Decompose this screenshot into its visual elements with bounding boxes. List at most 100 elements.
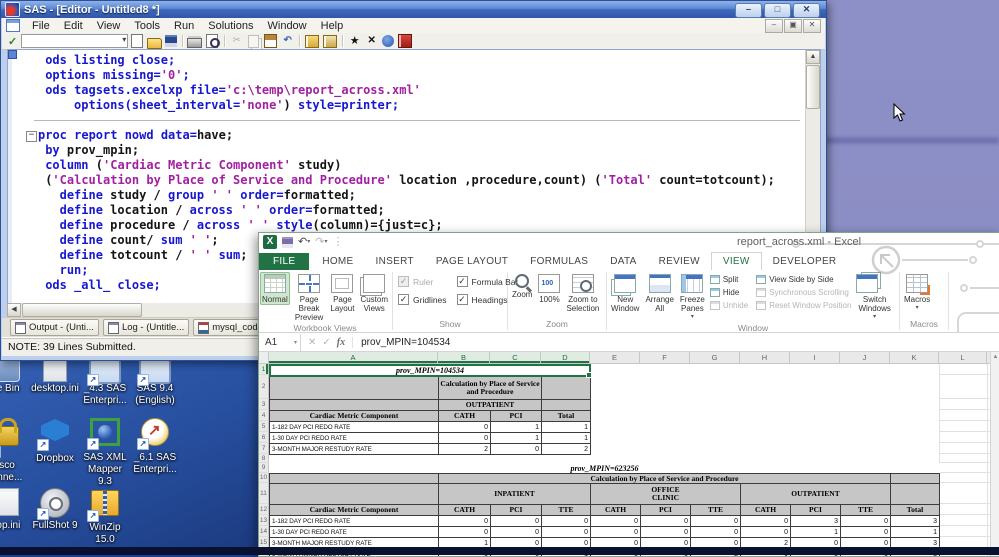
sheet-cell-E-G-row11[interactable]: OFFICE CLINIC — [590, 483, 741, 505]
tab-page-layout[interactable]: PAGE LAYOUT — [425, 253, 519, 270]
tab-developer[interactable]: DEVELOPER — [762, 253, 848, 270]
scroll-left-icon[interactable]: ◀ — [7, 303, 21, 317]
ribbon-small-synchronous-scrolling[interactable]: Synchronous Scrolling — [756, 288, 851, 297]
row-header-6[interactable]: 6 — [259, 432, 269, 443]
desktop-icon-enterprise-guide[interactable]: ↗_6.1 SASEnterpri... — [130, 416, 180, 476]
enter-icon[interactable]: ✓ — [322, 337, 330, 348]
copy-icon[interactable] — [248, 35, 259, 48]
row-header-4[interactable]: 4 — [259, 410, 269, 421]
paste-icon[interactable] — [264, 34, 277, 48]
sheet-cell-A-row7[interactable]: 3-MONTH MAJOR RESTUDY RATE — [269, 443, 439, 455]
tab-review[interactable]: REVIEW — [648, 253, 711, 270]
desktop-icon-ini-file[interactable]: top.ini — [0, 486, 32, 532]
row-header-1[interactable]: 1 — [259, 364, 269, 375]
excel-title-bar[interactable]: X ↶▾ ↷▾ ⋮ report_across.xml - Excel — [259, 233, 999, 252]
sheet-cell-B-C-row2[interactable]: Calculation by Place of Service and Proc… — [438, 375, 542, 400]
column-header-K[interactable]: K — [890, 352, 939, 364]
row-header-13[interactable]: 13 — [259, 515, 269, 526]
ribbon-small-unhide[interactable]: Unhide — [710, 301, 748, 310]
open-icon[interactable] — [147, 38, 162, 49]
ribbon-small-view-side-by-side[interactable]: View Side by Side — [756, 275, 851, 284]
row-header-7[interactable]: 7 — [259, 443, 269, 454]
mdi-restore-button[interactable]: ▣ — [784, 19, 802, 33]
sheet-cell-D-row2[interactable] — [541, 375, 591, 400]
menu-window[interactable]: Window — [261, 19, 314, 33]
column-header-C[interactable]: C — [490, 352, 541, 364]
ribbon-small-hide[interactable]: Hide — [710, 288, 748, 297]
row-header-3[interactable]: 3 — [259, 399, 269, 410]
command-bar-input[interactable] — [21, 34, 128, 48]
book2-icon[interactable] — [323, 35, 337, 48]
checkbox-ruler[interactable]: ✓Ruler — [398, 276, 447, 287]
ribbon-small-split[interactable]: Split — [710, 275, 748, 284]
horizontal-scroll-thumb[interactable] — [22, 303, 142, 317]
column-header-J[interactable]: J — [840, 352, 890, 364]
sheet-cell-C-row7[interactable]: 0 — [490, 443, 542, 455]
sheet-cell-H-J-row11[interactable]: OUTPATIENT — [740, 483, 891, 505]
column-header-F[interactable]: F — [640, 352, 690, 364]
ribbon-button-page-layout[interactable]: PageLayout — [328, 272, 356, 314]
column-header-D[interactable]: D — [541, 352, 590, 364]
cut-icon[interactable] — [229, 34, 244, 48]
customize-qat-icon[interactable]: ⋮ — [332, 236, 343, 248]
ribbon-button-new-window[interactable]: NewWindow — [609, 272, 641, 314]
sheet-cell-A-row2[interactable] — [269, 375, 439, 400]
ribbon-button-normal[interactable]: Normal — [260, 272, 290, 305]
vertical-scroll-thumb[interactable] — [806, 65, 820, 109]
save-icon[interactable] — [165, 35, 177, 47]
sheet-cell-D-row7[interactable]: 2 — [541, 443, 591, 455]
row-header-5[interactable]: 5 — [259, 421, 269, 432]
tab-file[interactable]: FILE — [259, 253, 309, 270]
row-header-11[interactable]: 11 — [259, 483, 269, 504]
row-header-12[interactable]: 12 — [259, 504, 269, 515]
book1-icon[interactable] — [305, 35, 319, 48]
worksheet[interactable]: ABCDEFGHIJKLM 12345678910111213141516 pr… — [259, 352, 999, 556]
ribbon-button-page-break-preview[interactable]: Page BreakPreview — [292, 272, 327, 323]
close-button[interactable]: ✕ — [793, 3, 820, 18]
tab-data[interactable]: DATA — [599, 253, 647, 270]
info-icon[interactable] — [382, 35, 394, 47]
row-header-14[interactable]: 14 — [259, 526, 269, 537]
print-icon[interactable] — [187, 38, 202, 48]
row-header-10[interactable]: 10 — [259, 473, 269, 483]
name-box[interactable]: A1 ▾ — [259, 334, 301, 351]
column-header-E[interactable]: E — [590, 352, 640, 364]
excel-logo-icon[interactable]: X — [263, 235, 277, 249]
tab-view[interactable]: VIEW — [711, 252, 762, 270]
desktop-icon-fullshot[interactable]: ↗FullShot 9 — [30, 486, 80, 532]
column-header-B[interactable]: B — [438, 352, 490, 364]
fill-handle[interactable] — [586, 372, 592, 378]
sheet-cell-B-row7[interactable]: 2 — [438, 443, 491, 455]
ribbon-button-zoom[interactable]: Zoom — [510, 272, 534, 300]
row-header-8[interactable]: 8 — [259, 454, 269, 463]
mdi-minimize-button[interactable]: – — [765, 19, 783, 33]
ribbon-button-freeze-panes[interactable]: FreezePanes▾ — [678, 272, 707, 323]
tab-insert[interactable]: INSERT — [365, 253, 425, 270]
helpbook-icon[interactable] — [398, 34, 412, 48]
window-tab-1[interactable]: Log - (Untitle... — [103, 319, 189, 336]
desktop-icon-padlock[interactable]: ↗scoonne... — [0, 416, 32, 484]
ribbon-button-switch-windows[interactable]: SwitchWindows▾ — [856, 272, 892, 323]
name-box-dropdown-icon[interactable]: ▾ — [294, 339, 297, 346]
cancel-icon[interactable]: ✕ — [308, 337, 316, 348]
preview-icon[interactable] — [206, 34, 218, 48]
sheet-cell-K-row11[interactable] — [890, 483, 940, 505]
column-header-I[interactable]: I — [790, 352, 840, 364]
scroll-up-icon[interactable]: ▲ — [806, 50, 820, 64]
menu-help[interactable]: Help — [314, 19, 351, 33]
ribbon-small-reset-window-position[interactable]: Reset Window Position — [756, 301, 851, 310]
sheet-cell-A-row11[interactable] — [269, 483, 439, 505]
menu-edit[interactable]: Edit — [57, 19, 90, 33]
desktop-icon-xml-mapper[interactable]: ↗SAS XMLMapper 9.3 — [80, 416, 130, 488]
redo-icon[interactable]: ↷▾ — [315, 236, 327, 248]
cell-grid[interactable]: prov_MPIN=104534Calculation by Place of … — [269, 364, 999, 556]
column-header-A[interactable]: A — [269, 352, 438, 364]
run-icon[interactable] — [347, 34, 362, 48]
ribbon-button-macros[interactable]: Macros▾ — [902, 272, 932, 314]
row-header-9[interactable]: 9 — [259, 463, 269, 473]
column-header-G[interactable]: G — [690, 352, 740, 364]
column-header-L[interactable]: L — [939, 352, 987, 364]
column-header-H[interactable]: H — [740, 352, 790, 364]
sas-title-bar[interactable]: SAS - [Editor - Untitled8 *] – □ ✕ — [1, 1, 826, 18]
ribbon-button-zoom-to-selection[interactable]: Zoom toSelection — [564, 272, 601, 314]
